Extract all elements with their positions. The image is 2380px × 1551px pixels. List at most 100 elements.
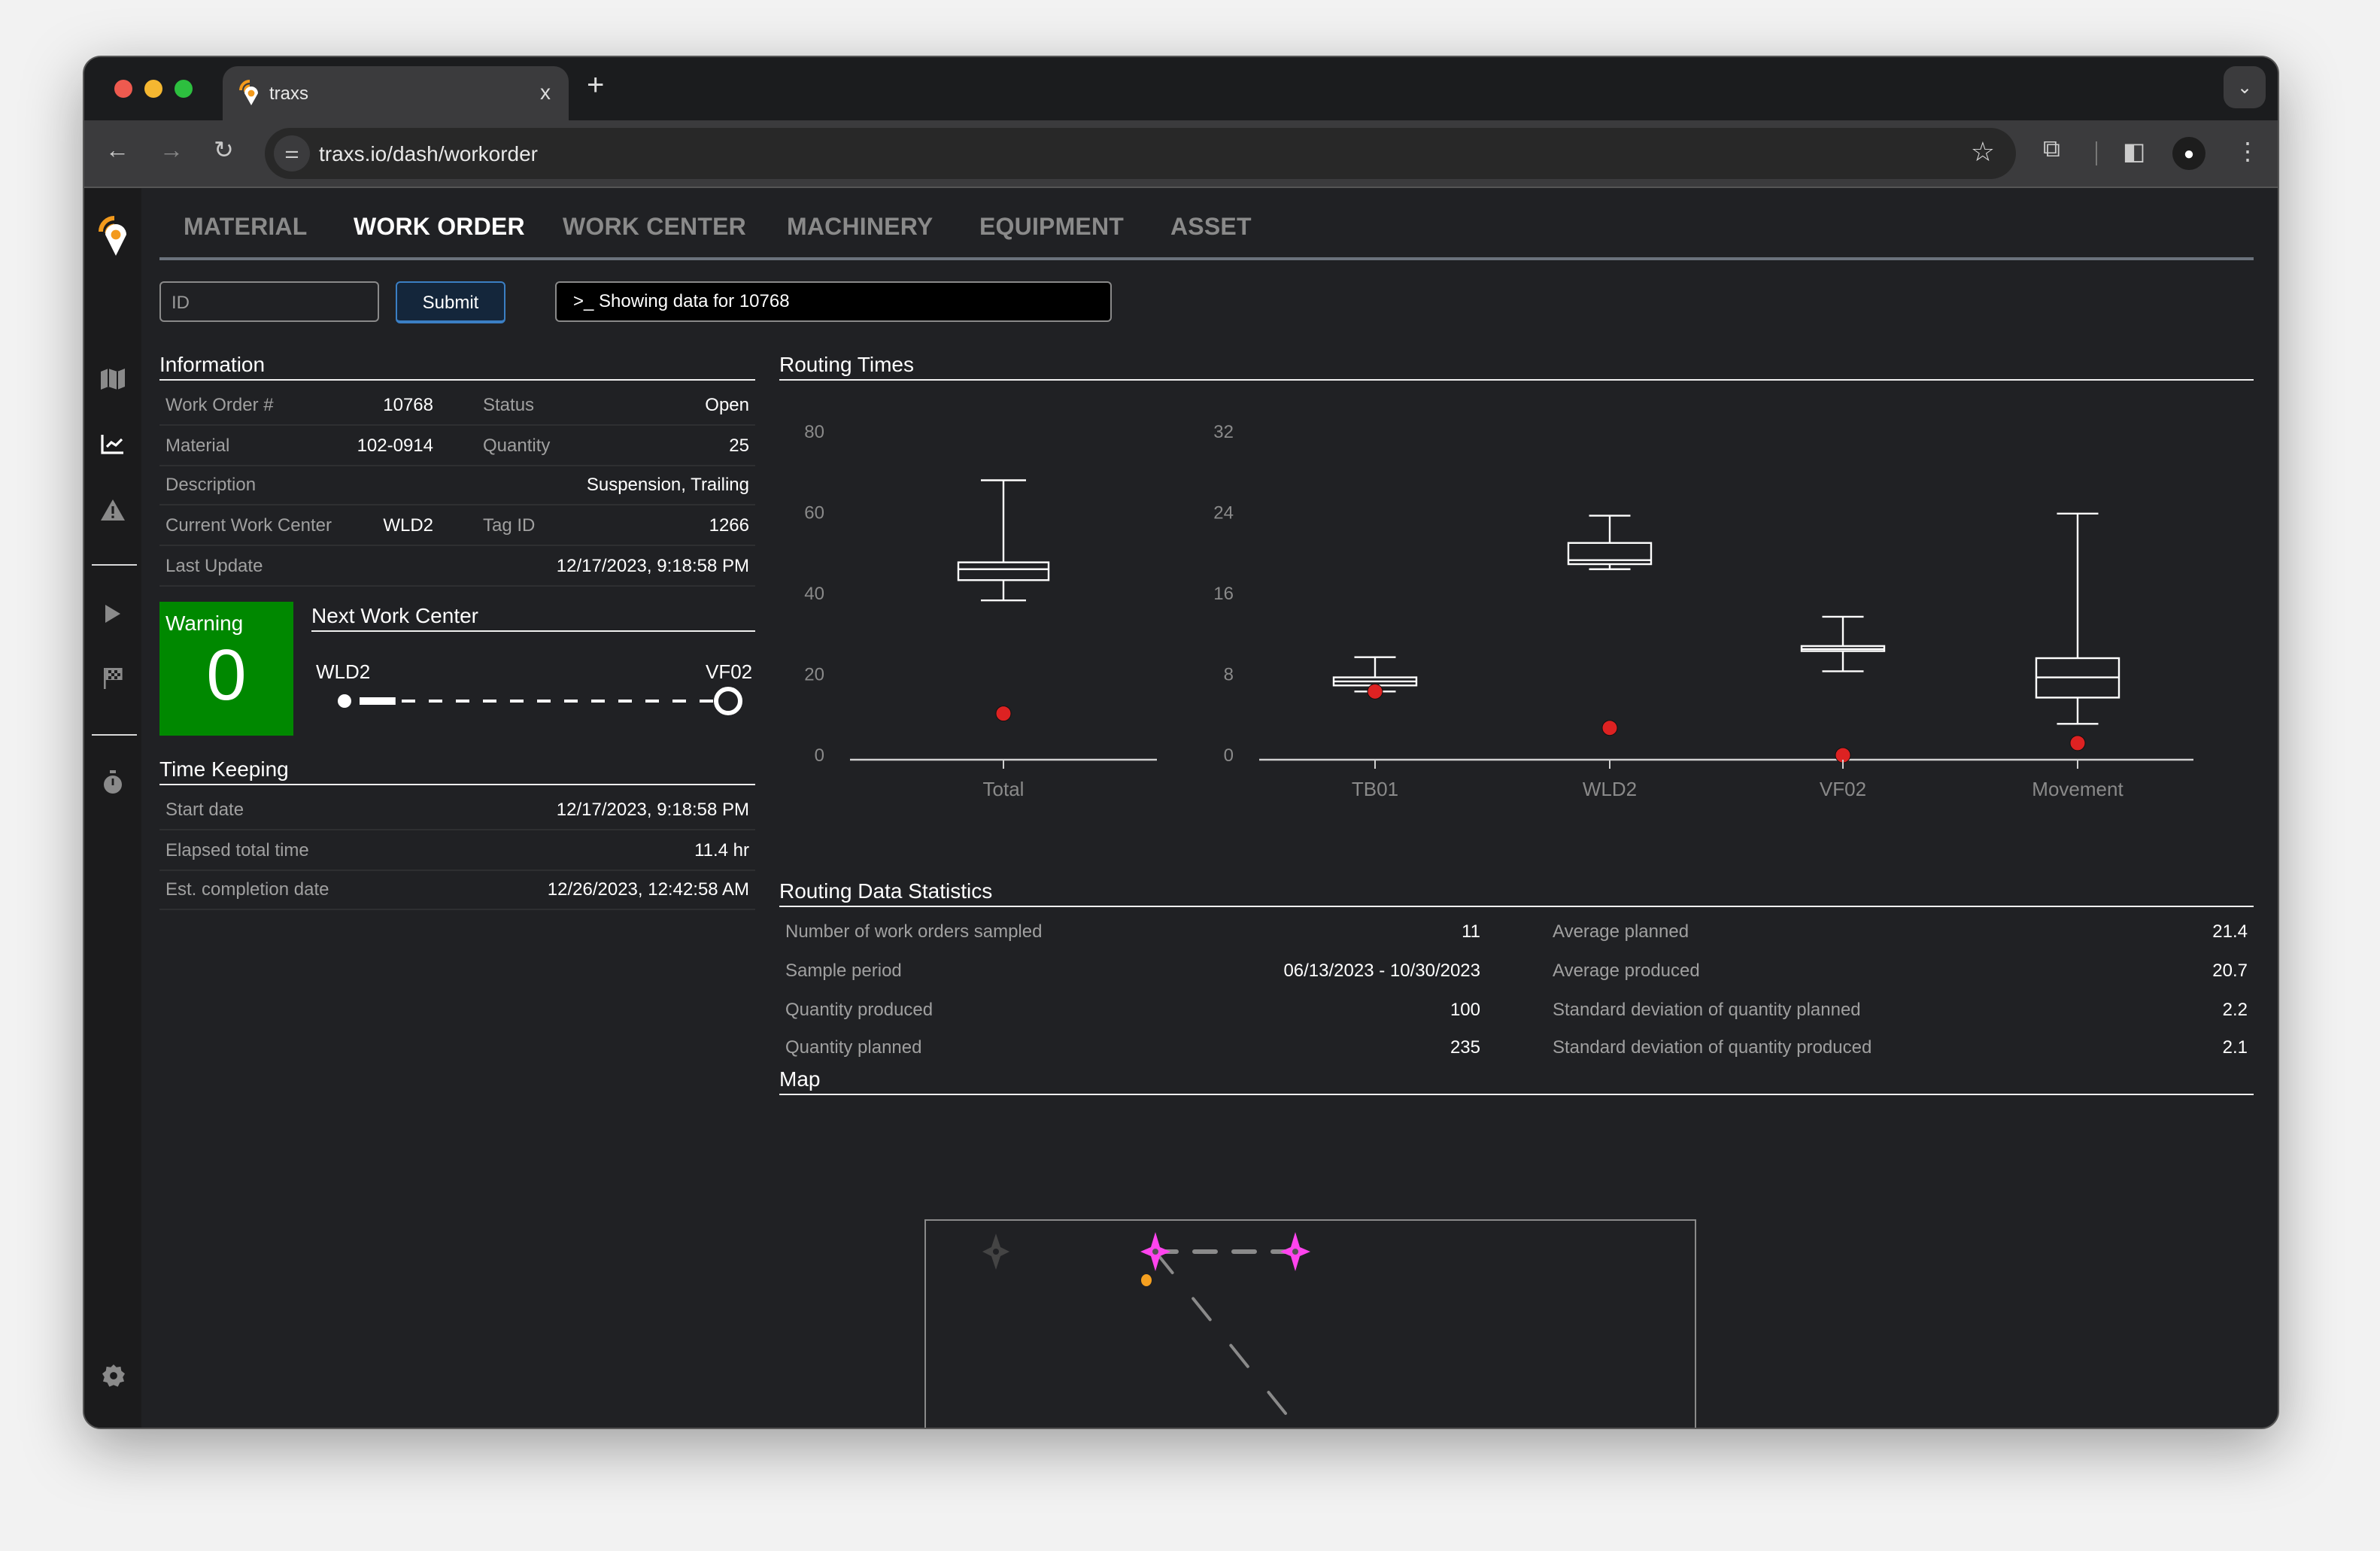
status-console: >_ Showing data for 10768 [555,281,1112,322]
x-tick-label: VF02 [1820,778,1866,800]
site-settings-icon[interactable]: ⚌ [274,135,310,171]
reload-button[interactable]: ↻ [214,138,234,165]
current-value-marker [1601,720,1618,736]
information-value: Suspension, Trailing [586,474,749,496]
work-order-id-input[interactable] [159,281,379,322]
information-value: 102-0914 [357,434,433,456]
warning-count: 0 [206,636,247,716]
sidebar-divider [92,564,137,566]
routing-stats-value: 20.7 [2212,959,2248,981]
box-plot-wld2[interactable] [1567,514,1653,736]
sidebar-map-icon[interactable] [98,367,128,397]
routing-stats-label: Average planned [1553,921,1689,942]
more-menu-icon[interactable]: ⋮ [2236,137,2260,167]
x-tick-label: WLD2 [1583,778,1637,800]
progress-end-ring [714,687,742,715]
tab-search-button[interactable]: ⌄ [2224,66,2266,108]
tab-strip: traxs x + ⌄ [84,57,2278,120]
sidebar [84,188,141,1428]
minimize-window-button[interactable] [144,80,162,98]
extensions-icon[interactable]: ⧉ [2043,137,2060,164]
chevron-down-icon: ⌄ [2236,77,2253,98]
information-label: Status [483,394,535,415]
box-iqr [957,561,1050,581]
map-station-inactive-icon[interactable] [982,1234,1009,1270]
routing-stats-label: Number of work orders sampled [785,921,1043,942]
time-keeping-row: Elapsed total time 11.4 hr [159,830,755,871]
sidebar-settings-gear-icon[interactable] [98,1364,128,1395]
routing-stats-value: 21.4 [2212,921,2248,942]
warning-badge: Warning 0 [159,602,293,736]
map-station-active-icon[interactable] [1280,1232,1310,1271]
browser-tab[interactable]: traxs x [223,66,569,120]
screen: traxs x + ⌄ ← → ↻ ⚌ traxs.io/dash/workor… [0,0,2380,1551]
routing-times-chart: 0 20 40 60 80 Total 0 8 16 24 32 TB01 WLD2 VF02 Moveme… [804,422,2193,800]
maximize-window-button[interactable] [175,80,193,98]
information-label: Current Work Center [165,514,332,536]
sidebar-checkered-flag-icon[interactable] [98,666,128,697]
information-row: Material 102-0914 Quantity 25 [159,425,755,466]
nav-tab-work-center[interactable]: WORK CENTER [563,215,746,242]
next-work-center-from: WLD2 [316,660,371,683]
nav-tab-work-order[interactable]: WORK ORDER [354,215,525,242]
routing-stats-row: Quantity produced 100 [779,989,1486,1028]
routing-stats-row: Number of work orders sampled 11 [779,912,1486,951]
y-tick-label: 20 [804,665,824,685]
close-window-button[interactable] [114,80,132,98]
routing-stats-row: Average produced 20.7 [1547,951,2254,990]
information-label: Work Order # [165,394,274,415]
current-value-marker [1367,683,1383,700]
forward-button[interactable]: → [159,138,184,165]
next-work-center-to: VF02 [706,660,753,683]
toolbar-divider [2096,141,2097,165]
routing-stats-label: Average produced [1553,959,1700,981]
information-label: Last Update [165,554,263,576]
nav-tab-machinery[interactable]: MACHINERY [787,215,933,242]
information-row: Description Suspension, Trailing [159,466,755,506]
bookmark-star-icon[interactable]: ☆ [1971,137,1995,168]
information-value: Open [705,394,749,415]
profile-avatar-icon[interactable]: ● [2172,137,2205,170]
information-label: Tag ID [483,514,536,536]
map-current-location-marker[interactable] [1141,1274,1152,1286]
url-text[interactable]: traxs.io/dash/workorder [319,141,538,165]
x-tick-label: TB01 [1352,778,1398,800]
app-content: MATERIAL WORK ORDER WORK CENTER MACHINER… [84,188,2278,1428]
nav-tab-asset[interactable]: ASSET [1170,215,1252,242]
y-tick-label: 8 [1224,665,1234,685]
routing-stats-value: 11 [1462,921,1480,942]
routing-stats-label: Sample period [785,959,902,981]
close-tab-icon[interactable]: x [540,80,551,104]
time-keeping-label: Start date [165,799,244,820]
map-canvas[interactable] [919,1211,1702,1429]
address-bar[interactable]: ⚌ traxs.io/dash/workorder ☆ [265,128,2016,179]
side-panel-icon[interactable]: ◧ [2123,137,2145,167]
nav-tab-material[interactable]: MATERIAL [184,215,308,242]
information-value: 12/17/2023, 9:18:58 PM [556,554,749,576]
routing-stats-label: Quantity planned [785,1037,922,1058]
routing-stats-value: 06/13/2023 - 10/30/2023 [1283,959,1480,981]
current-value-marker [995,706,1012,722]
sidebar-stopwatch-icon[interactable] [98,770,128,800]
submit-button[interactable]: Submit [396,281,505,323]
traxs-logo-icon[interactable] [98,214,131,259]
time-keeping-value: 11.4 hr [694,839,749,860]
sidebar-warning-icon[interactable] [98,498,128,528]
box-plot-total[interactable] [957,479,1050,722]
back-button[interactable]: ← [105,138,129,165]
time-keeping-row: Est. completion date 12/26/2023, 12:42:58… [159,870,755,911]
routing-stats-label: Quantity produced [785,998,933,1020]
new-tab-button[interactable]: + [587,71,604,101]
box-plot-tb01[interactable] [1332,656,1418,700]
y-tick-label: 24 [1213,503,1234,524]
routing-stats-label: Standard deviation of quantity planned [1553,998,1861,1020]
top-navigation: MATERIAL WORK ORDER WORK CENTER MACHINER… [159,212,2254,260]
box-plot-vf02[interactable] [1800,615,1886,763]
nav-tab-equipment[interactable]: EQUIPMENT [979,215,1124,242]
sidebar-chart-icon[interactable] [98,432,128,462]
sidebar-play-icon[interactable] [98,602,128,632]
box-plot-movement[interactable] [2035,512,2120,751]
time-keeping-value: 12/26/2023, 12:42:58 AM [547,879,749,900]
information-title: Information [159,352,755,381]
routing-stats-value: 2.2 [2222,998,2248,1020]
